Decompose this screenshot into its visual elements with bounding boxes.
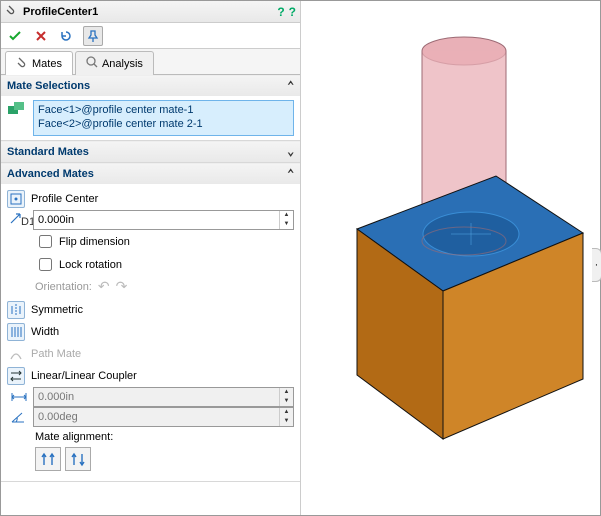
orientation-row: Orientation: ↶ ↷ xyxy=(35,276,294,299)
spin-down-icon: ▼ xyxy=(280,417,293,426)
flip-dimension-label: Flip dimension xyxy=(59,236,130,248)
expand-icon: ⌄ xyxy=(287,145,294,159)
spin-up-icon[interactable]: ▲ xyxy=(280,211,293,220)
selection-icon xyxy=(7,100,27,120)
attach-icon xyxy=(5,4,19,19)
tab-analysis[interactable]: Analysis xyxy=(75,51,154,75)
section-mate-selections-label: Mate Selections xyxy=(7,80,90,92)
flip-dimension-checkbox[interactable]: Flip dimension xyxy=(35,230,294,253)
ok-button[interactable] xyxy=(5,26,25,46)
mates-icon xyxy=(16,56,28,71)
width-label: Width xyxy=(31,326,59,338)
width-icon[interactable] xyxy=(7,323,25,341)
linear-coupler-icon[interactable] xyxy=(7,367,25,385)
spin-up-icon: ▲ xyxy=(280,408,293,417)
tab-bar: Mates Analysis xyxy=(1,49,300,75)
lock-rotation-input[interactable] xyxy=(39,258,52,271)
pin-button[interactable] xyxy=(83,26,103,46)
path-mate-label: Path Mate xyxy=(31,348,81,360)
help-icon[interactable]: ? xyxy=(277,5,284,19)
profile-center-label: Profile Center xyxy=(31,193,98,205)
angle-value xyxy=(34,408,279,426)
linear-value xyxy=(34,388,279,406)
tab-analysis-label: Analysis xyxy=(102,58,143,70)
collapse-icon: ⌃ xyxy=(287,167,294,181)
orient-ccw-icon: ↶ xyxy=(98,278,110,295)
selection-item[interactable]: Face<1>@profile center mate-1 xyxy=(38,103,289,117)
path-mate-icon xyxy=(7,345,25,363)
lock-rotation-checkbox[interactable]: Lock rotation xyxy=(35,253,294,276)
linear-distance-icon xyxy=(9,388,29,406)
lock-rotation-label: Lock rotation xyxy=(59,259,122,271)
spin-down-icon: ▼ xyxy=(280,397,293,406)
tab-mates-label: Mates xyxy=(32,58,62,70)
selection-item[interactable]: Face<2>@profile center mate 2-1 xyxy=(38,117,289,131)
feature-title: ProfileCenter1 xyxy=(23,6,273,18)
section-advanced-mates[interactable]: Advanced Mates ⌃ xyxy=(1,163,300,184)
symmetric-label: Symmetric xyxy=(31,304,83,316)
profile-center-icon[interactable] xyxy=(7,190,25,208)
section-mate-selections[interactable]: Mate Selections ⌃ xyxy=(1,75,300,96)
dimension-icon: D1 xyxy=(9,211,29,229)
confirm-bar xyxy=(1,23,300,49)
linear-coupler-label: Linear/Linear Coupler xyxy=(31,370,137,382)
aligned-button[interactable] xyxy=(35,447,61,471)
orient-cw-icon: ↷ xyxy=(116,278,128,295)
section-standard-mates[interactable]: Standard Mates ⌄ xyxy=(1,141,300,162)
angle-value-input: ▲▼ xyxy=(33,407,294,427)
collapse-icon: ⌃ xyxy=(287,79,294,93)
dimension-value[interactable] xyxy=(34,211,279,229)
anti-aligned-button[interactable] xyxy=(65,447,91,471)
analysis-icon xyxy=(86,56,98,71)
graphics-view[interactable] xyxy=(301,1,600,515)
undo-button[interactable] xyxy=(57,26,77,46)
angle-icon xyxy=(9,408,29,426)
flip-dimension-input[interactable] xyxy=(39,235,52,248)
spin-down-icon[interactable]: ▼ xyxy=(280,220,293,229)
linear-value-input: ▲▼ xyxy=(33,387,294,407)
section-standard-mates-label: Standard Mates xyxy=(7,146,89,158)
selection-list[interactable]: Face<1>@profile center mate-1 Face<2>@pr… xyxy=(33,100,294,136)
orientation-label: Orientation: xyxy=(35,281,92,293)
symmetric-icon[interactable] xyxy=(7,301,25,319)
dimension-input[interactable]: ▲▼ xyxy=(33,210,294,230)
spin-up-icon: ▲ xyxy=(280,388,293,397)
cancel-button[interactable] xyxy=(31,26,51,46)
mate-alignment-label: Mate alignment: xyxy=(35,431,288,443)
tab-mates[interactable]: Mates xyxy=(5,51,73,75)
help2-icon[interactable]: ? xyxy=(289,5,296,19)
section-advanced-mates-label: Advanced Mates xyxy=(7,168,94,180)
titlebar: ProfileCenter1 ? ? xyxy=(1,1,300,23)
